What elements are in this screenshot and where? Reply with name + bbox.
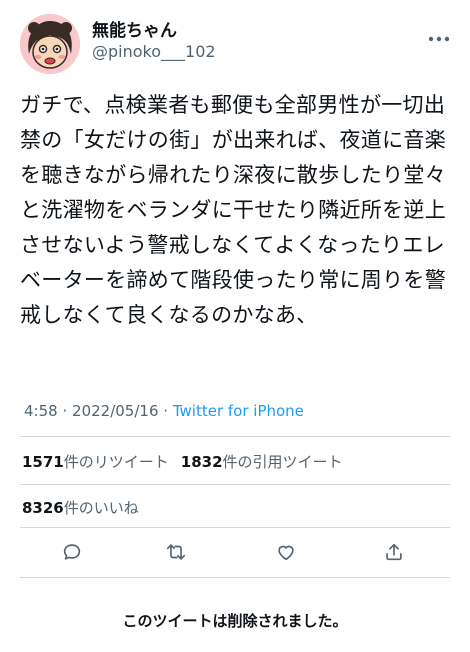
deleted-tweet-notice: このツイートは削除されました。 bbox=[122, 612, 348, 630]
tweet-date[interactable]: 2022/05/16 bbox=[72, 402, 158, 420]
divider bbox=[20, 577, 450, 578]
retweet-count: 1571 bbox=[22, 453, 64, 471]
retweet-quote-stats: 1571件のリツイート 1832件の引用ツイート bbox=[22, 451, 343, 472]
tweet-time[interactable]: 4:58 bbox=[24, 402, 58, 420]
quote-count: 1832 bbox=[180, 453, 223, 471]
tweet-meta: 4:58 · 2022/05/16 · Twitter for iPhone bbox=[24, 402, 304, 420]
retweet-count-label: 件のリツイート bbox=[63, 453, 169, 471]
display-name[interactable]: 無能ちゃん bbox=[92, 16, 177, 41]
like-count-label: 件のいいね bbox=[63, 499, 139, 517]
tweet-text: ガチで、点検業者も郵便も全部男性が一切出禁の「女だけの街」が出来れば、夜道に音楽… bbox=[20, 93, 446, 327]
tweet-header: 無能ちゃん @pinoko___102 bbox=[20, 12, 452, 76]
retweet-count-link[interactable]: 1571件のリツイート bbox=[22, 453, 169, 471]
tweet-source[interactable]: Twitter for iPhone bbox=[173, 402, 304, 420]
divider bbox=[20, 484, 450, 485]
like-stats[interactable]: 8326件のいいね bbox=[22, 497, 139, 518]
meta-separator: · bbox=[163, 402, 169, 420]
like-icon[interactable] bbox=[270, 536, 302, 568]
more-options-icon[interactable] bbox=[428, 26, 450, 47]
quote-count-label: 件の引用ツイート bbox=[222, 453, 343, 471]
avatar[interactable] bbox=[20, 14, 80, 74]
meta-separator: · bbox=[62, 402, 68, 420]
user-handle[interactable]: @pinoko___102 bbox=[92, 42, 216, 61]
like-count: 8326 bbox=[22, 499, 64, 517]
action-bar bbox=[20, 532, 450, 572]
reply-icon[interactable] bbox=[56, 536, 88, 568]
share-icon[interactable] bbox=[378, 536, 410, 568]
quote-count-link[interactable]: 1832件の引用ツイート bbox=[181, 453, 343, 471]
cartoon-avatar-icon bbox=[20, 14, 80, 74]
retweet-icon[interactable] bbox=[160, 536, 192, 568]
divider bbox=[20, 527, 450, 528]
divider bbox=[20, 436, 450, 437]
